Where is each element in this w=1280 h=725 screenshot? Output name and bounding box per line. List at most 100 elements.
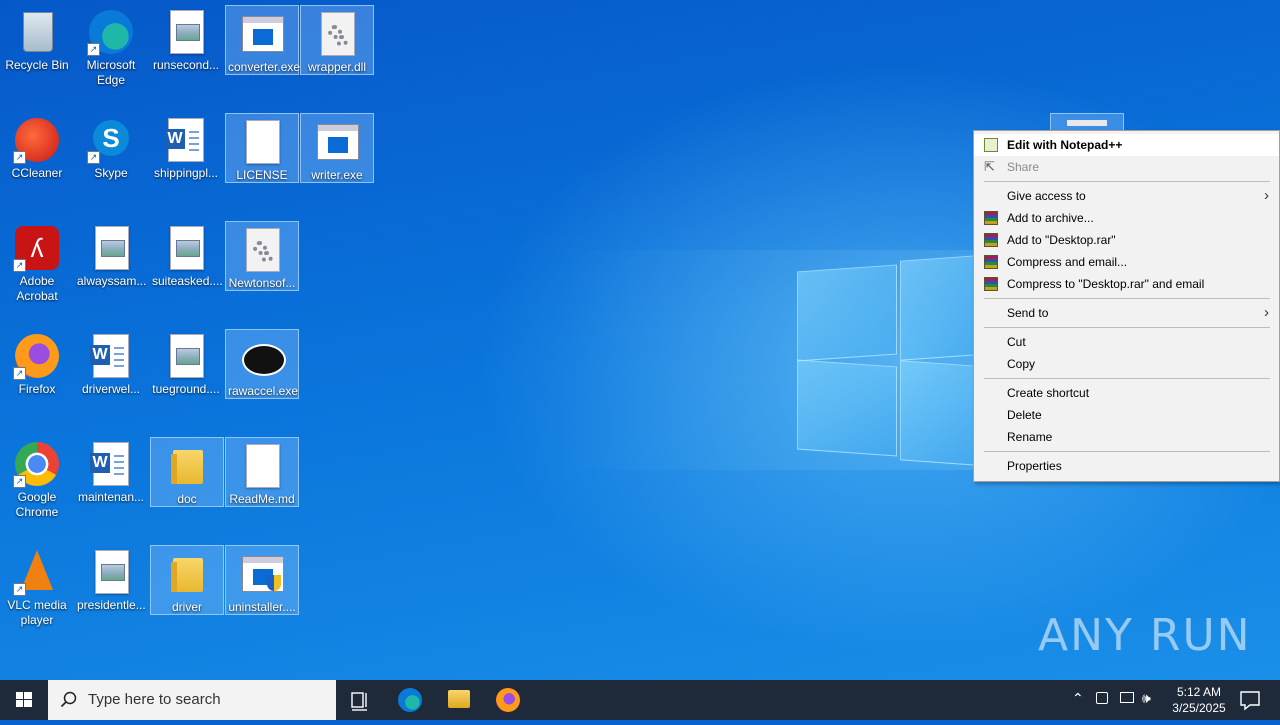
desktop-icon-rawaccel-exe[interactable]: rawaccel.exe: [225, 329, 299, 399]
clock-date: 3/25/2025: [1172, 701, 1226, 715]
taskbar-file-explorer[interactable]: [435, 680, 483, 720]
icon-label: Recycle Bin: [5, 58, 69, 72]
icon-label: LICENSE: [236, 168, 288, 182]
icon-label: doc: [177, 492, 197, 506]
menu-item-label: Delete: [1007, 408, 1042, 422]
desktop-icon-image-file[interactable]: tueground....: [150, 328, 222, 397]
start-button[interactable]: [0, 680, 48, 720]
icon-label: maintenan...: [77, 490, 145, 504]
task-view-button[interactable]: [336, 680, 384, 720]
chevron-up-icon: ⌃: [1072, 690, 1084, 706]
winrar-icon: [984, 255, 998, 269]
desktop-icon-image-file[interactable]: suiteasked....: [150, 220, 223, 289]
icon-label: presidentle...: [77, 598, 146, 612]
taskbar-edge[interactable]: [386, 680, 434, 720]
menu-item-properties[interactable]: Properties: [974, 455, 1279, 477]
icon-label: Skype: [94, 166, 128, 180]
taskbar-firefox[interactable]: [484, 680, 532, 720]
menu-item-give-access[interactable]: Give access to ›: [974, 185, 1279, 207]
desktop-icon-image-file[interactable]: alwayssam...: [75, 220, 147, 289]
menu-item-add-archive[interactable]: Add to archive...: [974, 207, 1279, 229]
tray-show-hidden[interactable]: ⌃: [1068, 680, 1088, 720]
tray-device[interactable]: [1093, 680, 1113, 720]
icon-label: Google Chrome: [15, 490, 59, 519]
menu-item-add-desktop-rar[interactable]: Add to "Desktop.rar": [974, 229, 1279, 251]
desktop-icon-image-file[interactable]: presidentle...: [75, 544, 147, 613]
icon-label: driver: [171, 600, 202, 614]
desktop-icon-wrapper-dll[interactable]: wrapper.dll: [300, 5, 374, 75]
image-file-icon: [170, 334, 204, 378]
firefox-icon: [496, 688, 520, 712]
desktop-icon-word-doc[interactable]: W maintenan...: [75, 436, 147, 505]
desktop-icon-converter-exe[interactable]: converter.exe: [225, 5, 300, 75]
desktop-icon-folder-driver[interactable]: driver: [150, 545, 224, 615]
menu-item-share[interactable]: ⇱ Share: [974, 156, 1279, 178]
menu-separator: [984, 298, 1270, 299]
desktop-icon-uninstaller[interactable]: uninstaller....: [225, 545, 299, 615]
shortcut-arrow-icon: ↗: [13, 259, 26, 272]
desktop-icon-skype[interactable]: S ↗ Skype: [75, 112, 147, 181]
action-center-button[interactable]: [1230, 680, 1270, 720]
context-menu[interactable]: Edit with Notepad++ ⇱ Share Give access …: [973, 130, 1280, 482]
desktop-icon-readme[interactable]: ReadMe.md: [225, 437, 299, 507]
winrar-icon: [984, 233, 998, 247]
desktop-icon-microsoft-edge[interactable]: ↗ Microsoft Edge: [75, 4, 147, 88]
shortcut-arrow-icon: ↗: [87, 43, 100, 56]
share-icon: ⇱: [984, 159, 995, 174]
desktop-icon-google-chrome[interactable]: ↗ Google Chrome: [1, 436, 73, 520]
desktop-icon-firefox[interactable]: ↗ Firefox: [1, 328, 73, 397]
desktop-icon-folder-doc[interactable]: doc: [150, 437, 224, 507]
desktop-icon-recycle-bin[interactable]: Recycle Bin: [1, 4, 73, 73]
menu-item-label: Compress and email...: [1007, 255, 1128, 269]
menu-item-compress-desktop-rar-email[interactable]: Compress to "Desktop.rar" and email: [974, 273, 1279, 295]
desktop-icon-ccleaner[interactable]: ↗ CCleaner: [1, 112, 73, 181]
winrar-icon: [984, 211, 998, 225]
word-doc-icon: W: [90, 334, 129, 378]
tray-network[interactable]: [1117, 680, 1137, 720]
desktop-icon-writer-exe[interactable]: writer.exe: [300, 113, 374, 183]
wallpaper-logo-pane: [797, 264, 897, 362]
winrar-icon: [984, 277, 998, 291]
tray-volume[interactable]: 🕪: [1140, 680, 1160, 720]
icon-label: wrapper.dll: [307, 60, 367, 74]
volume-icon: 🕪: [1142, 690, 1151, 706]
desktop-icon-image-file[interactable]: runsecond...: [150, 4, 222, 73]
device-icon: [1096, 692, 1108, 704]
desktop-icon-license[interactable]: LICENSE: [225, 113, 299, 183]
menu-separator: [984, 378, 1270, 379]
chevron-right-icon: ›: [1264, 304, 1269, 321]
menu-item-compress-email[interactable]: Compress and email...: [974, 251, 1279, 273]
icon-label: alwayssam...: [77, 274, 147, 288]
notepadpp-icon: [984, 138, 998, 152]
notification-icon: [1240, 691, 1260, 711]
icon-label: CCleaner: [11, 166, 63, 180]
icon-label: shippingpl...: [153, 166, 219, 180]
image-file-icon: [170, 10, 204, 54]
taskbar-search-box[interactable]: Type here to search: [48, 680, 336, 720]
desktop-icon-word-doc[interactable]: W shippingpl...: [150, 112, 222, 181]
menu-item-label: Copy: [1007, 357, 1036, 371]
menu-item-edit-notepad[interactable]: Edit with Notepad++: [974, 134, 1279, 156]
menu-item-label: Send to: [1007, 306, 1049, 320]
menu-item-send-to[interactable]: Send to ›: [974, 302, 1279, 324]
menu-item-delete[interactable]: Delete: [974, 404, 1279, 426]
word-doc-icon: W: [90, 442, 129, 486]
menu-item-rename[interactable]: Rename: [974, 426, 1279, 448]
icon-label: driverwel...: [81, 382, 140, 396]
taskbar-clock[interactable]: 5:12 AM 3/25/2025: [1160, 684, 1238, 716]
desktop-icon-newtonsoft[interactable]: Newtonsof...: [225, 221, 299, 291]
icon-label: suiteasked....: [152, 274, 223, 288]
menu-item-create-shortcut[interactable]: Create shortcut: [974, 382, 1279, 404]
desktop-icon-adobe-acrobat[interactable]: ʎ ↗ Adobe Acrobat: [1, 220, 73, 304]
menu-item-copy[interactable]: Copy: [974, 353, 1279, 375]
menu-item-cut[interactable]: Cut: [974, 331, 1279, 353]
icon-label: runsecond...: [152, 58, 220, 72]
wallpaper-logo-pane: [900, 255, 977, 361]
desktop[interactable]: Recycle Bin ↗ CCleaner ʎ ↗ Adobe Acrobat …: [0, 0, 1280, 680]
icon-label: tueground....: [152, 382, 220, 396]
task-view-icon: [351, 692, 367, 711]
installer-shield-icon: [242, 556, 284, 592]
desktop-icon-word-doc[interactable]: W driverwel...: [75, 328, 147, 397]
word-doc-icon: W: [165, 118, 204, 162]
desktop-icon-vlc[interactable]: ↗ VLC media player: [1, 544, 73, 628]
